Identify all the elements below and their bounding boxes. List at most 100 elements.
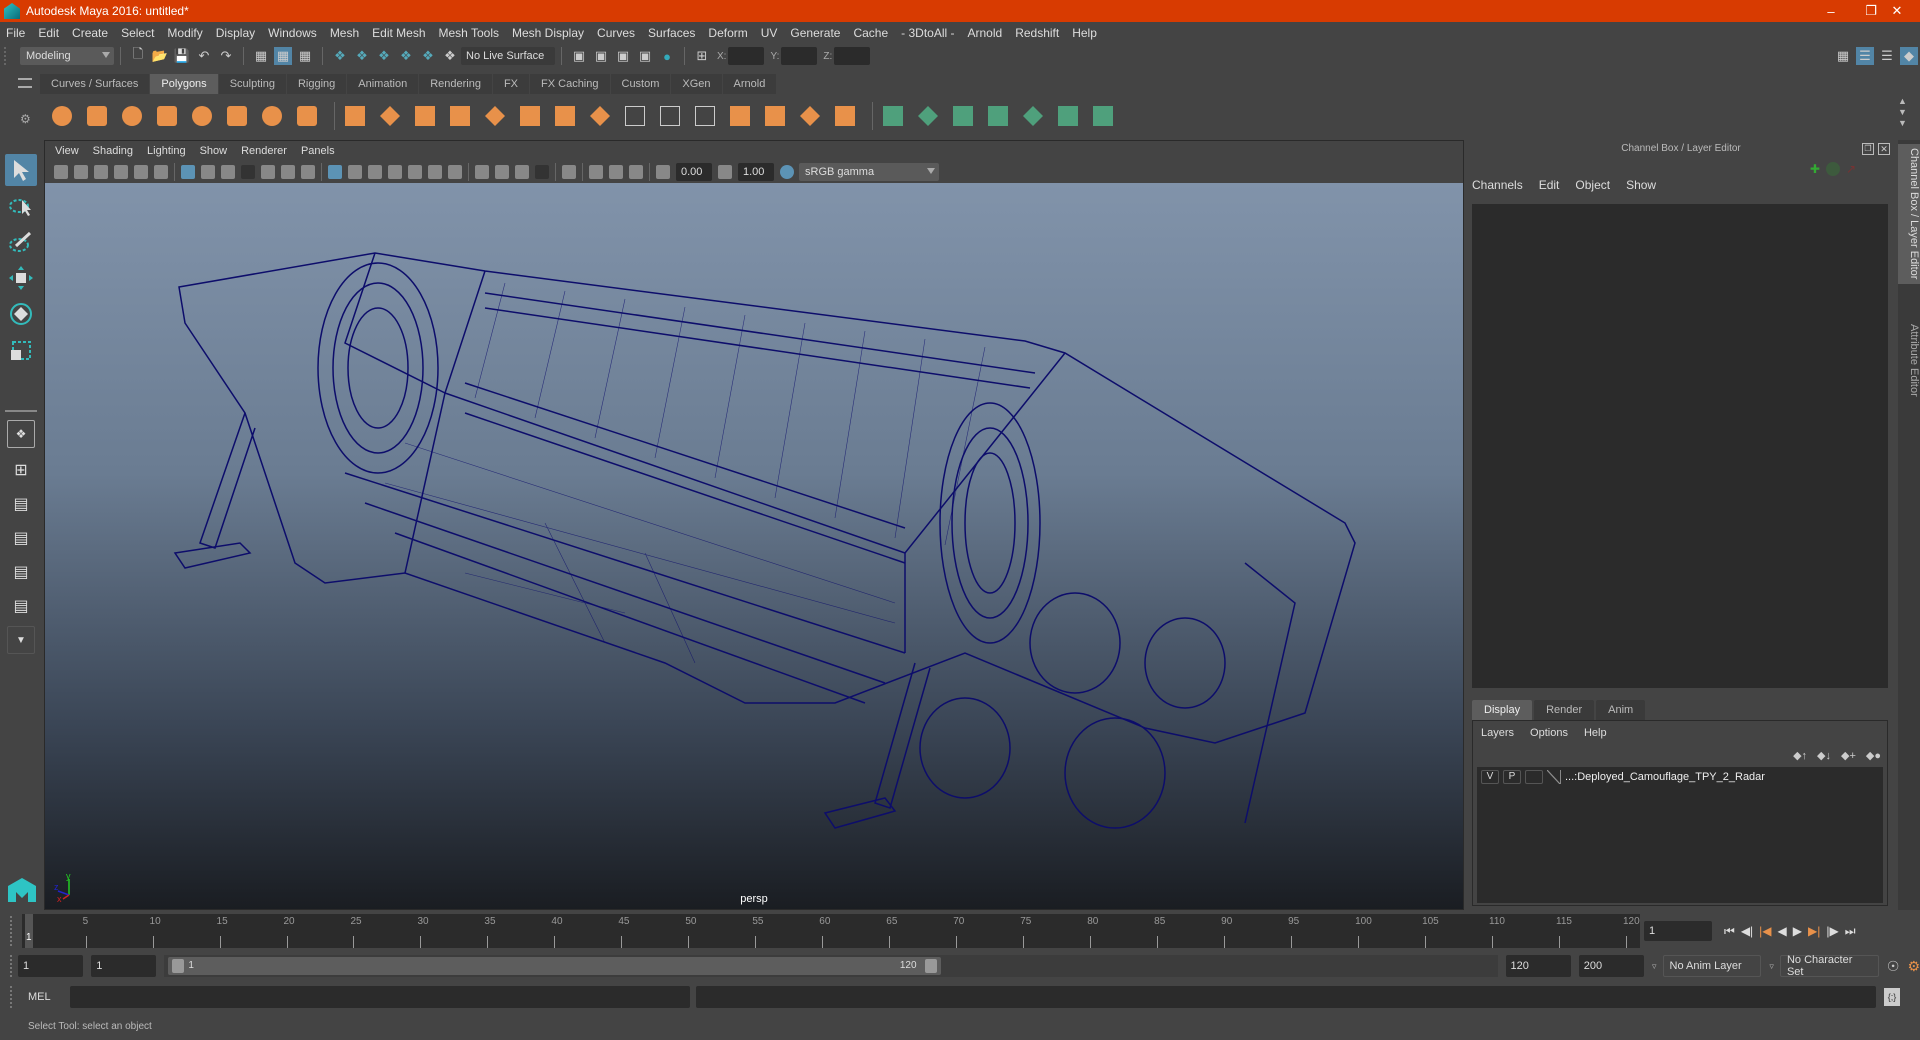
close-panel-icon[interactable]: ✕ (1878, 143, 1890, 155)
gamma-icon[interactable] (718, 165, 732, 179)
scale-tool-icon[interactable] (5, 334, 37, 366)
animation-preferences-icon[interactable]: ⚙ (1907, 958, 1920, 975)
layer-menu-help[interactable]: Help (1584, 727, 1607, 739)
tab-attribute-editor[interactable]: Attribute Editor (1898, 310, 1920, 410)
outliner-persp-layout-icon[interactable]: ▤ (7, 490, 35, 518)
uv-editor-icon[interactable] (1054, 102, 1082, 130)
command-input[interactable] (70, 986, 690, 1008)
viewport-menu-show[interactable]: Show (200, 145, 228, 157)
float-panel-icon[interactable]: ❐ (1862, 143, 1874, 155)
automatic-uv-icon[interactable] (984, 102, 1012, 130)
bevel-icon[interactable] (516, 102, 544, 130)
safe-action-icon[interactable] (281, 165, 295, 179)
step-back-frame-icon[interactable]: ◀| (1741, 924, 1753, 939)
channel-box-menu-show[interactable]: Show (1626, 178, 1656, 192)
menu-select[interactable]: Select (121, 26, 154, 40)
menu-create[interactable]: Create (72, 26, 108, 40)
gamma-field[interactable]: 1.00 (738, 163, 774, 181)
menu-mesh-tools[interactable]: Mesh Tools (439, 26, 499, 40)
menu-surfaces[interactable]: Surfaces (648, 26, 695, 40)
shelf-menu-icon[interactable] (18, 78, 32, 88)
hypershade-icon[interactable]: ● (658, 47, 676, 65)
shelf-settings-gear-icon[interactable]: ⚙ (20, 112, 31, 126)
ipr-render-icon[interactable]: ▣ (614, 47, 632, 65)
shelf-scroll-arrows[interactable]: ▲ ▼ ▼ (1898, 96, 1907, 129)
xray-active-components-icon[interactable] (609, 165, 623, 179)
append-icon[interactable] (586, 102, 614, 130)
persp-graph-layout-icon[interactable]: ▤ (7, 524, 35, 552)
bridge-icon[interactable] (481, 102, 509, 130)
paint-select-tool-icon[interactable] (5, 226, 37, 258)
play-backwards-icon[interactable]: ◀ (1778, 924, 1787, 939)
shelf-tab-sculpting[interactable]: Sculpting (218, 74, 286, 94)
layer-menu-layers[interactable]: Layers (1481, 727, 1514, 739)
exposure-field[interactable]: 0.00 (676, 163, 712, 181)
wireframe-on-shaded-icon[interactable] (388, 165, 402, 179)
resolution-gate-icon[interactable] (221, 165, 235, 179)
range-start-handle[interactable] (172, 959, 185, 973)
textured-icon[interactable] (408, 165, 422, 179)
script-editor-icon[interactable]: {;} (1884, 988, 1900, 1006)
poly-pipe-icon[interactable] (293, 102, 321, 130)
multi-cut-icon[interactable] (551, 102, 579, 130)
shelf-tab-fx[interactable]: FX (492, 74, 530, 94)
new-scene-icon[interactable]: 🗋 (129, 46, 147, 65)
transform-mode-icon[interactable]: ⊞ (693, 47, 711, 65)
xray-joints-icon[interactable] (629, 165, 643, 179)
safe-title-icon[interactable] (301, 165, 315, 179)
snap-grid-icon[interactable]: ❖ (331, 47, 349, 65)
render-settings-icon[interactable]: ▣ (636, 47, 654, 65)
xray-icon[interactable] (589, 165, 603, 179)
spherical-uv-icon[interactable] (949, 102, 977, 130)
select-hierarchy-icon[interactable]: ▦ (252, 47, 270, 65)
poly-cone-icon[interactable] (153, 102, 181, 130)
anim-layer-dropdown[interactable]: No Anim Layer (1662, 955, 1762, 977)
layer-playback-toggle[interactable]: P (1503, 770, 1521, 784)
live-surface-field[interactable]: No Live Surface (461, 47, 555, 65)
menu-edit-mesh[interactable]: Edit Mesh (372, 26, 425, 40)
persp-outliner-graph-layout-icon[interactable]: ▤ (7, 592, 35, 620)
viewport-menu-panels[interactable]: Panels (301, 145, 335, 157)
shelf-tab-animation[interactable]: Animation (347, 74, 419, 94)
select-camera-icon[interactable] (54, 165, 68, 179)
go-to-start-icon[interactable]: ⏮ (1724, 924, 1735, 939)
menu-mesh-display[interactable]: Mesh Display (512, 26, 584, 40)
hypershade-persp-layout-icon[interactable]: ▤ (7, 558, 35, 586)
isolate-select-icon[interactable] (562, 165, 576, 179)
channel-box-menu-channels[interactable]: Channels (1472, 178, 1523, 192)
unfold-icon[interactable] (1019, 102, 1047, 130)
mode-selector[interactable]: Modeling (20, 47, 114, 65)
viewport-menu-renderer[interactable]: Renderer (241, 145, 287, 157)
select-tool-arrow-icon[interactable] (5, 154, 37, 186)
menu-edit[interactable]: Edit (38, 26, 59, 40)
hyperbolic-icon[interactable]: ↗ (1846, 162, 1856, 176)
range-end-handle[interactable] (924, 959, 937, 973)
channel-box-toggle-icon[interactable]: ☰ (1856, 47, 1874, 65)
layer-tab-display[interactable]: Display (1472, 700, 1533, 720)
close-button[interactable]: ✕ (1874, 0, 1920, 22)
target-weld-icon[interactable] (831, 102, 859, 130)
menu-curves[interactable]: Curves (597, 26, 635, 40)
cut-uv-icon[interactable] (1089, 102, 1117, 130)
menu-help[interactable]: Help (1072, 26, 1097, 40)
four-view-layout-icon[interactable]: ⊞ (7, 456, 35, 484)
2d-pan-zoom-icon[interactable] (134, 165, 148, 179)
snap-surface-icon[interactable]: ❖ (419, 47, 437, 65)
smooth-icon[interactable] (411, 102, 439, 130)
manipulator-icon[interactable]: ✚ (1810, 162, 1820, 176)
camera-attributes-icon[interactable] (74, 165, 88, 179)
rotate-tool-icon[interactable] (5, 298, 37, 330)
menu-3dtoall[interactable]: - 3DtoAll - (901, 26, 954, 40)
wireframe-shading-icon[interactable] (328, 165, 342, 179)
command-language-label[interactable]: MEL (28, 991, 62, 1003)
cylindrical-uv-icon[interactable] (914, 102, 942, 130)
x-field[interactable] (728, 47, 765, 65)
render-current-icon[interactable]: ▣ (592, 47, 610, 65)
layer-name[interactable]: ...:Deployed_Camouflage_TPY_2_Radar (1565, 771, 1765, 783)
grid-toggle-icon[interactable] (181, 165, 195, 179)
channel-box-menu-edit[interactable]: Edit (1539, 178, 1560, 192)
menu-display[interactable]: Display (216, 26, 255, 40)
shelf-tab-rendering[interactable]: Rendering (419, 74, 492, 94)
new-layer-icon[interactable]: ◆+ (1841, 749, 1856, 762)
channel-box-area[interactable] (1472, 204, 1888, 688)
